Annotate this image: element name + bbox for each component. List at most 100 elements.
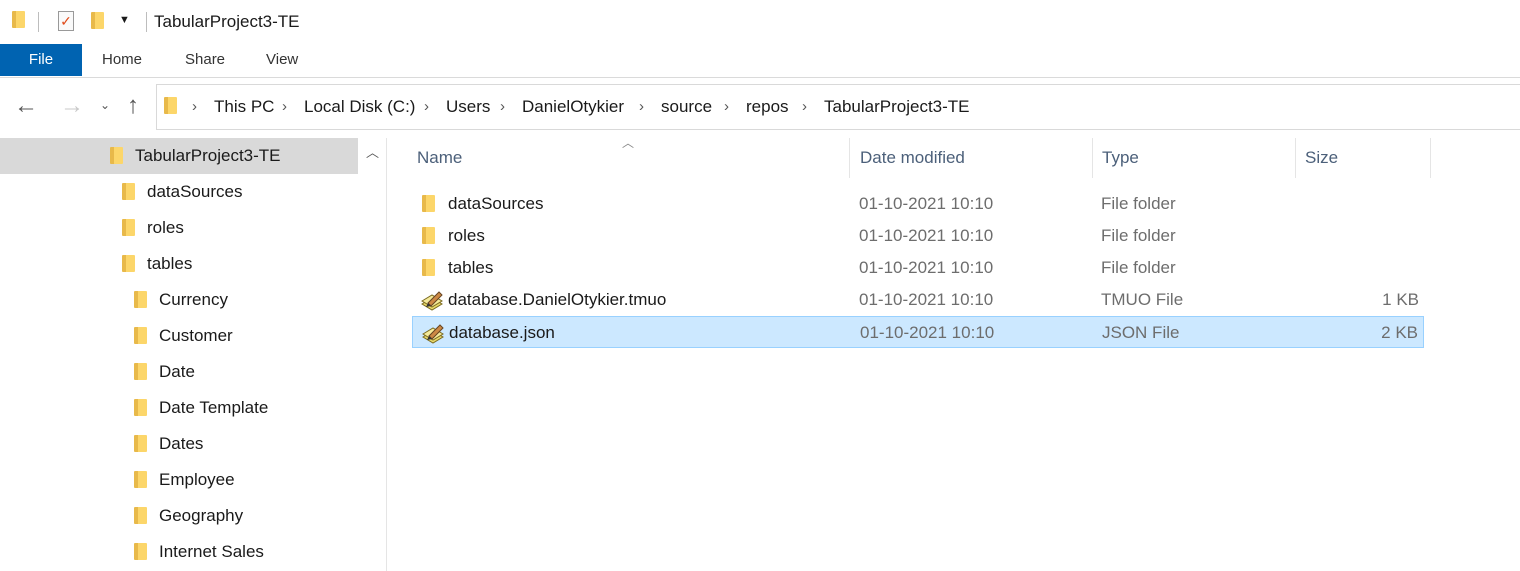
file-name: tables bbox=[448, 258, 494, 277]
file-name: roles bbox=[448, 226, 485, 245]
chevron-right-icon[interactable]: › bbox=[639, 96, 644, 118]
forward-button[interactable]: → bbox=[60, 92, 84, 120]
nav-scrollbar[interactable]: ︿ bbox=[358, 138, 386, 571]
folder-icon bbox=[164, 97, 177, 114]
file-size: 2 KB bbox=[1381, 323, 1418, 342]
window-title: TabularProject3-TE bbox=[154, 12, 300, 31]
customize-toolbar-icon[interactable]: ▼ bbox=[119, 14, 130, 26]
back-button[interactable]: ← bbox=[14, 92, 38, 120]
nav-item-label: roles bbox=[147, 218, 184, 237]
nav-item[interactable]: Geography bbox=[0, 498, 358, 534]
column-header-name[interactable]: Name bbox=[417, 148, 462, 168]
folder-icon bbox=[422, 227, 435, 244]
column-header-type[interactable]: Type bbox=[1102, 148, 1139, 168]
file-name: database.DanielOtykier.tmuo bbox=[448, 290, 667, 309]
breadcrumb-item[interactable]: source bbox=[661, 96, 712, 118]
file-type: File folder bbox=[1101, 226, 1176, 245]
divider[interactable] bbox=[1295, 138, 1296, 178]
divider bbox=[38, 12, 39, 32]
file-type: File folder bbox=[1101, 194, 1176, 213]
folder-icon bbox=[134, 399, 147, 416]
tab-file[interactable]: File bbox=[0, 44, 82, 76]
nav-item[interactable]: Currency bbox=[0, 282, 358, 318]
nav-item-label: Geography bbox=[159, 506, 244, 525]
sort-ascending-icon: ︿ bbox=[622, 136, 635, 150]
nav-item[interactable]: Date Template bbox=[0, 390, 358, 426]
recent-locations-button[interactable]: ⌄ bbox=[100, 98, 110, 112]
properties-icon[interactable]: ✓ bbox=[58, 11, 74, 31]
new-folder-icon[interactable] bbox=[91, 12, 104, 29]
breadcrumb-item[interactable]: This PC bbox=[214, 96, 274, 118]
folder-icon bbox=[122, 255, 135, 272]
chevron-right-icon[interactable]: › bbox=[282, 96, 287, 118]
nav-item-label: Internet Sales bbox=[159, 542, 264, 561]
breadcrumb-item[interactable]: DanielOtykier bbox=[522, 96, 624, 118]
nav-item-label: Date Template bbox=[159, 398, 269, 417]
nav-item[interactable]: Internet Sales bbox=[0, 534, 358, 570]
folder-icon bbox=[134, 327, 147, 344]
scroll-up-icon[interactable]: ︿ bbox=[366, 142, 379, 161]
folder-icon bbox=[134, 435, 147, 452]
tab-share[interactable]: Share bbox=[185, 44, 225, 76]
breadcrumb-item[interactable]: Users bbox=[446, 96, 490, 118]
breadcrumb-item[interactable]: repos bbox=[746, 96, 789, 118]
folder-icon bbox=[134, 363, 147, 380]
tab-home[interactable]: Home bbox=[102, 44, 142, 76]
folder-icon bbox=[134, 471, 147, 488]
chevron-right-icon[interactable]: › bbox=[802, 96, 807, 118]
file-date-modified: 01-10-2021 10:10 bbox=[859, 258, 994, 277]
divider bbox=[146, 12, 147, 32]
folder-icon bbox=[122, 219, 135, 236]
divider[interactable] bbox=[1430, 138, 1431, 178]
folder-icon bbox=[134, 543, 147, 560]
file-date-modified: 01-10-2021 10:10 bbox=[859, 226, 994, 245]
nav-item[interactable]: Customer bbox=[0, 318, 358, 354]
nav-item[interactable]: Date bbox=[0, 354, 358, 390]
folder-icon bbox=[122, 183, 135, 200]
nav-item[interactable]: Dates bbox=[0, 426, 358, 462]
file-row[interactable]: database.json 01-10-2021 10:10 JSON File 2 … bbox=[412, 316, 1424, 348]
file-name: database.json bbox=[449, 323, 555, 342]
divider bbox=[386, 138, 387, 571]
nav-item[interactable]: TabularProject3-TE bbox=[0, 138, 358, 174]
file-type: TMUO File bbox=[1101, 290, 1184, 309]
notepad-file-icon bbox=[421, 323, 444, 344]
up-button[interactable]: ↑ bbox=[127, 92, 139, 120]
file-date-modified: 01-10-2021 10:10 bbox=[860, 323, 995, 342]
nav-item-label: TabularProject3-TE bbox=[135, 146, 281, 165]
nav-item-label: dataSources bbox=[147, 182, 243, 201]
nav-item-label: Currency bbox=[159, 290, 228, 309]
chevron-right-icon[interactable]: › bbox=[724, 96, 729, 118]
divider[interactable] bbox=[1092, 138, 1093, 178]
chevron-right-icon[interactable]: › bbox=[424, 96, 429, 118]
breadcrumb-item[interactable]: Local Disk (C:) bbox=[304, 96, 415, 118]
column-header-date[interactable]: Date modified bbox=[860, 148, 965, 168]
chevron-right-icon[interactable]: › bbox=[500, 96, 505, 118]
folder-icon bbox=[422, 195, 435, 212]
nav-item[interactable]: dataSources bbox=[0, 174, 358, 210]
divider[interactable] bbox=[849, 138, 850, 178]
nav-item[interactable]: tables bbox=[0, 246, 358, 282]
file-row[interactable]: database.DanielOtykier.tmuo 01-10-2021 10… bbox=[412, 284, 1424, 316]
folder-icon bbox=[134, 507, 147, 524]
file-date-modified: 01-10-2021 10:10 bbox=[859, 194, 994, 213]
nav-item[interactable]: roles bbox=[0, 210, 358, 246]
nav-item-label: Date bbox=[159, 362, 195, 381]
file-type: File folder bbox=[1101, 258, 1176, 277]
file-name: dataSources bbox=[448, 194, 544, 213]
chevron-right-icon[interactable]: › bbox=[192, 96, 197, 118]
file-row[interactable]: roles 01-10-2021 10:10 File folder bbox=[412, 220, 1424, 252]
divider bbox=[0, 77, 1520, 78]
nav-item[interactable]: Employee bbox=[0, 462, 358, 498]
file-row[interactable]: tables 01-10-2021 10:10 File folder bbox=[412, 252, 1424, 284]
file-date-modified: 01-10-2021 10:10 bbox=[859, 290, 994, 309]
tab-view[interactable]: View bbox=[266, 44, 298, 76]
breadcrumb-item[interactable]: TabularProject3-TE bbox=[824, 96, 970, 118]
column-header-size[interactable]: Size bbox=[1305, 148, 1338, 168]
folder-icon bbox=[134, 291, 147, 308]
nav-item-label: Dates bbox=[159, 434, 204, 453]
nav-item-label: Employee bbox=[159, 470, 235, 489]
folder-icon bbox=[12, 11, 25, 28]
notepad-file-icon bbox=[420, 290, 443, 311]
file-row[interactable]: dataSources 01-10-2021 10:10 File folder bbox=[412, 188, 1424, 220]
